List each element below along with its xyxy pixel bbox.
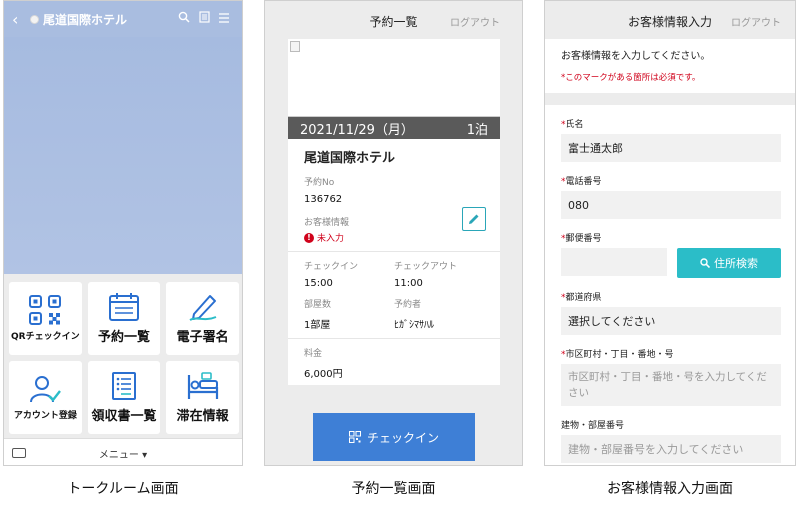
guest-info-screen: お客様情報入力 ログアウト お客様情報を入力してください。 *このマークがある箇… bbox=[544, 0, 796, 466]
broken-image-icon bbox=[290, 41, 300, 52]
bottom-bar: メニュー ▾ bbox=[4, 438, 242, 465]
tile-label: アカウント登録 bbox=[13, 411, 77, 421]
name-label: *氏名 bbox=[561, 120, 584, 130]
checkout-time: 11:00 bbox=[394, 278, 423, 289]
talk-room-title: 尾道国際ホテル bbox=[43, 12, 128, 27]
reservation-list-tile[interactable]: 予約一覧 bbox=[87, 282, 161, 355]
alert-icon: ! bbox=[304, 232, 314, 243]
search-icon[interactable] bbox=[174, 11, 194, 27]
tile-label: 予約一覧 bbox=[97, 330, 150, 345]
stay-info-tile[interactable]: 滞在情報 bbox=[166, 361, 239, 434]
tile-label: 領収書一覧 bbox=[91, 409, 157, 424]
checkin-time: 15:00 bbox=[304, 278, 333, 289]
qr-checkin-tile[interactable]: QRチェックイン bbox=[9, 282, 82, 355]
phone-field[interactable]: 080 bbox=[561, 191, 781, 219]
zip-field[interactable] bbox=[561, 248, 667, 276]
prefecture-select[interactable]: 選択してください bbox=[561, 307, 781, 335]
receipt-list-tile[interactable]: 領収書一覧 bbox=[87, 361, 161, 434]
address-search-button[interactable]: 住所検索 bbox=[677, 248, 781, 278]
rooms-value: 1部屋 bbox=[304, 320, 331, 331]
guest-info-label: お客様情報 bbox=[304, 218, 350, 228]
reservation-no-label: 予約No bbox=[304, 178, 335, 188]
tile-label: 滞在情報 bbox=[176, 409, 229, 424]
chevron-left-icon[interactable]: ‹ bbox=[12, 10, 26, 29]
city-field[interactable]: 市区町村・丁目・番地・号を入力してください bbox=[561, 364, 781, 406]
logout-link[interactable]: ログアウト bbox=[731, 14, 781, 29]
reservation-card[interactable]: 2021/11/29（月） 1泊 尾道国際ホテル 予約No 136762 お客様… bbox=[288, 39, 500, 385]
guest-info-status: ! 未入力 bbox=[304, 231, 484, 244]
user-check-icon bbox=[30, 376, 62, 403]
talk-room-header: ‹ 尾道国際ホテル bbox=[4, 1, 242, 37]
pencil-icon bbox=[469, 214, 479, 224]
account-registration-tile[interactable]: アカウント登録 bbox=[9, 361, 82, 434]
tile-label: 電子署名 bbox=[176, 330, 229, 345]
reservation-no: 136762 bbox=[304, 194, 343, 205]
rich-menu: QRチェックイン 予約一覧 電子署名 アカウント登録 領収書一覧 滞在情報 bbox=[4, 274, 242, 438]
hotel-name: 尾道国際ホテル bbox=[304, 151, 396, 166]
chat-area bbox=[4, 37, 242, 274]
logout-link[interactable]: ログアウト bbox=[450, 14, 500, 29]
checkin-button-label: チェックイン bbox=[366, 430, 439, 445]
required-note: *このマークがある箇所は必須です。 bbox=[561, 73, 701, 83]
reservation-list-screen: 予約一覧 ログアウト 2021/11/29（月） 1泊 尾道国際ホテル 予約No… bbox=[264, 0, 523, 466]
menu-toggle[interactable]: メニュー ▾ bbox=[26, 446, 236, 461]
intro-panel: お客様情報を入力してください。 *このマークがある箇所は必須です。 bbox=[545, 39, 795, 93]
phone-label: *電話番号 bbox=[561, 177, 602, 187]
talk-room-screen: ‹ 尾道国際ホテル QRチェックイン 予約一覧 電子署名 アカウント登録 領収書… bbox=[3, 0, 243, 466]
checkin-button[interactable]: チェックイン bbox=[313, 413, 475, 461]
date-band: 2021/11/29（月） 1泊 bbox=[288, 117, 500, 139]
stay-nights: 1泊 bbox=[466, 122, 488, 138]
keyboard-icon[interactable] bbox=[12, 448, 26, 458]
calendar-icon bbox=[108, 293, 139, 321]
talk-room-caption: トークルーム画面 bbox=[67, 481, 179, 497]
name-field[interactable]: 富士通太郎 bbox=[561, 134, 781, 162]
pen-icon bbox=[189, 295, 217, 321]
qr-code-icon bbox=[348, 431, 361, 443]
city-label: *市区町村・丁目・番地・号 bbox=[561, 350, 674, 360]
guest-info-status-text: 未入力 bbox=[317, 234, 345, 244]
guest-info-header: お客様情報入力 ログアウト bbox=[545, 1, 795, 39]
reserver-value: ﾋｶﾞｼﾏｻﾊﾙ bbox=[394, 320, 434, 331]
rooms-label: 部屋数 bbox=[304, 300, 332, 310]
price-value: 6,000円 bbox=[304, 369, 343, 380]
bed-icon bbox=[187, 372, 218, 399]
stay-date: 2021/11/29（月） bbox=[300, 122, 414, 138]
hotel-photo bbox=[288, 39, 500, 117]
zip-label: *郵便番号 bbox=[561, 234, 602, 244]
reservation-header: 予約一覧 ログアウト bbox=[265, 1, 522, 39]
prefecture-label: *都道府県 bbox=[561, 293, 602, 303]
guest-info-caption: お客様情報入力画面 bbox=[607, 481, 733, 497]
checkin-label: チェックイン bbox=[304, 262, 359, 272]
edit-guest-info-button[interactable] bbox=[462, 207, 486, 231]
reservation-list-caption: 予約一覧画面 bbox=[351, 481, 436, 497]
intro-text: お客様情報を入力してください。 bbox=[561, 51, 711, 62]
price-label: 料金 bbox=[304, 349, 323, 359]
hamburger-menu-icon[interactable] bbox=[214, 12, 234, 27]
hotel-avatar bbox=[30, 14, 39, 24]
e-signature-tile[interactable]: 電子署名 bbox=[166, 282, 239, 355]
building-field[interactable]: 建物・部屋番号を入力してください bbox=[561, 435, 781, 463]
checkout-label: チェックアウト bbox=[394, 262, 458, 272]
address-search-label: 住所検索 bbox=[714, 257, 758, 270]
qr-code-icon bbox=[29, 295, 62, 325]
search-icon bbox=[700, 258, 710, 268]
receipt-icon bbox=[111, 372, 136, 400]
tile-label: QRチェックイン bbox=[11, 332, 80, 342]
building-label: 建物・部屋番号 bbox=[561, 421, 625, 431]
note-icon[interactable] bbox=[194, 11, 214, 27]
reserver-label: 予約者 bbox=[394, 300, 422, 310]
guest-info-form: *氏名 富士通太郎 *電話番号 080 *郵便番号 住所検索 *都道府県 選択し… bbox=[545, 105, 795, 465]
